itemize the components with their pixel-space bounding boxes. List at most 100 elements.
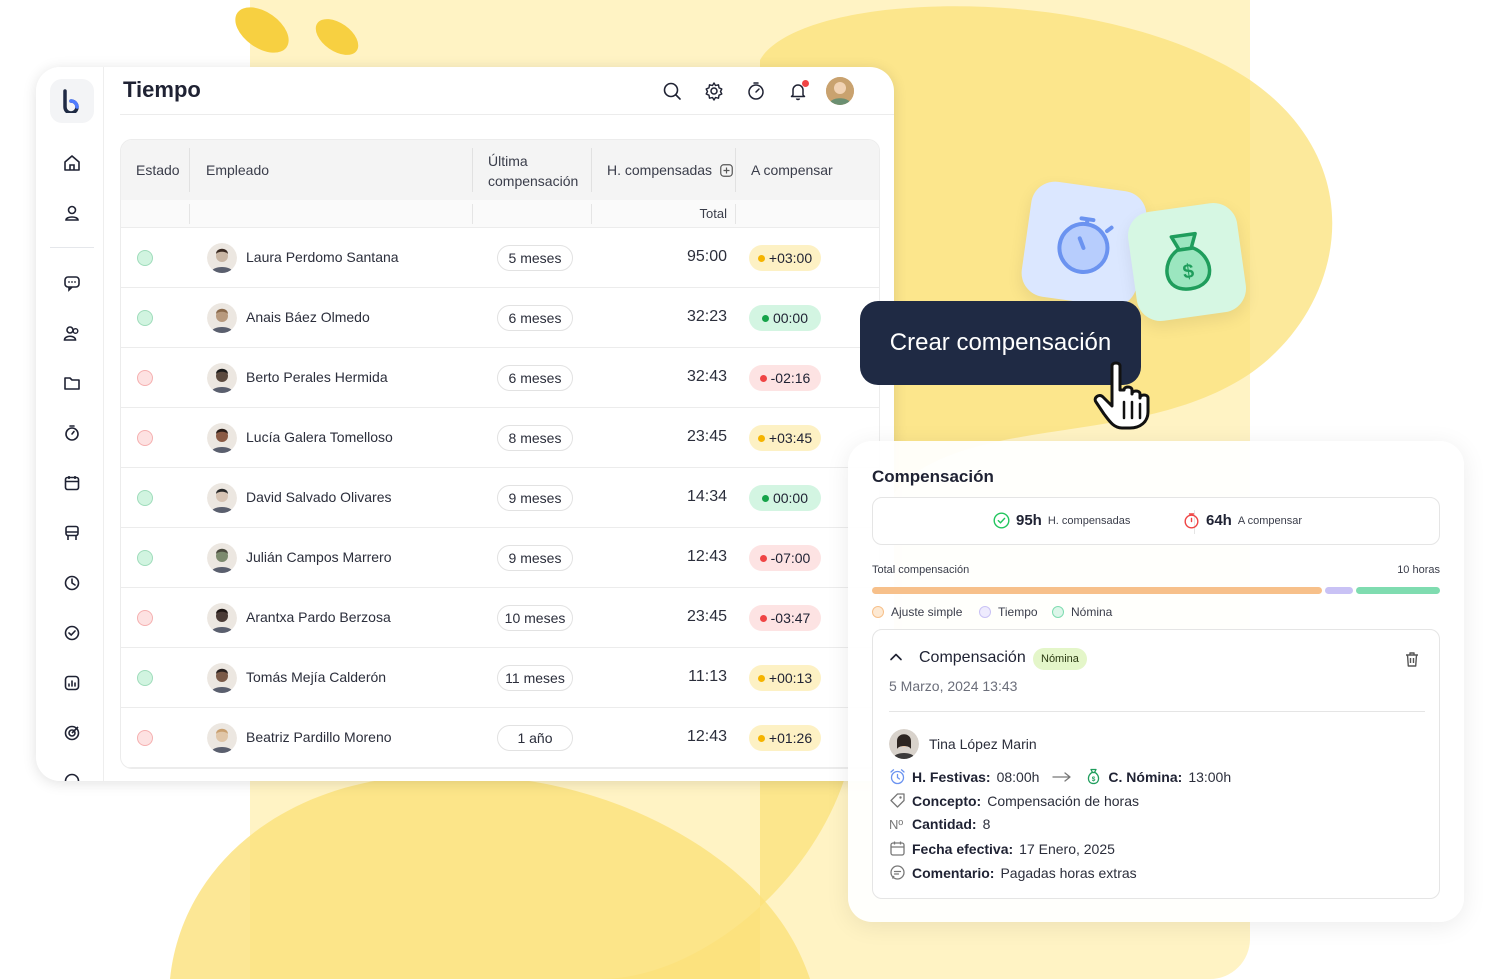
detail-hours-row: H. Festivas: 08:00h $ C. Nómina: 13:00h: [889, 768, 1231, 785]
balance-dot: [757, 734, 765, 742]
avatar: [207, 663, 237, 693]
total-hours: 10 horas: [1397, 564, 1440, 576]
gear-icon[interactable]: [703, 80, 725, 102]
column-empleado[interactable]: Empleado: [206, 162, 269, 178]
employee-name[interactable]: Anais Báez Olmedo: [246, 309, 370, 325]
folder-icon[interactable]: [60, 371, 84, 395]
avatar: [207, 483, 237, 513]
table-row[interactable]: Anais Báez Olmedo 6 meses 32:23 00:00: [121, 288, 879, 348]
money-bag-icon: $: [1088, 768, 1100, 785]
employee-name[interactable]: David Salvado Olivares: [246, 489, 392, 505]
status-indicator: [137, 670, 153, 686]
trash-icon[interactable]: [1403, 650, 1421, 668]
table-row[interactable]: Laura Perdomo Santana 5 meses 95:00 +03:00: [121, 228, 879, 288]
stopwatch-icon[interactable]: [60, 421, 84, 445]
topbar-divider: [120, 114, 894, 115]
balance-value: 00:00: [772, 490, 809, 506]
target-icon[interactable]: [60, 721, 84, 745]
employee-name[interactable]: Laura Perdomo Santana: [246, 249, 399, 265]
check-circle-icon[interactable]: [60, 621, 84, 645]
app-window: Tiempo Estado Empleado Última compensaci…: [36, 67, 894, 781]
employee-name[interactable]: Lucía Galera Tomelloso: [246, 429, 393, 445]
last-compensation-pill: 10 meses: [497, 605, 573, 631]
detail-divider: [889, 711, 1425, 712]
employee-name[interactable]: Arantxa Pardo Berzosa: [246, 609, 391, 625]
legend-ajuste-label: Ajuste simple: [891, 605, 963, 619]
detail-fecha-row: Fecha efectiva: 17 Enero, 2025: [889, 840, 1115, 857]
timer-icon: [1184, 513, 1199, 529]
h-festivas-value: 08:00h: [996, 768, 1040, 785]
user-icon[interactable]: [60, 201, 84, 225]
home-icon[interactable]: [60, 151, 84, 175]
concepto-label: Concepto:: [912, 792, 982, 809]
table-row[interactable]: Beatriz Pardillo Moreno 1 año 12:43 +01:26: [121, 708, 879, 768]
status-indicator: [137, 310, 153, 326]
employee-name[interactable]: Julián Campos Marrero: [246, 549, 392, 565]
table-row[interactable]: Berto Perales Hermida 6 meses 32:43 -02:16: [121, 348, 879, 408]
balance-value: -03:47: [770, 610, 811, 626]
calendar-icon: [890, 841, 905, 856]
compensated-label: H. compensadas: [1047, 514, 1131, 527]
analytics-icon[interactable]: [60, 671, 84, 695]
column-estado[interactable]: Estado: [136, 162, 180, 178]
calendar-icon[interactable]: [60, 471, 84, 495]
table-row[interactable]: Julián Campos Marrero 9 meses 12:43 -07:00: [121, 528, 879, 588]
avatar: [207, 603, 237, 633]
column-divider: [735, 148, 736, 192]
total-hours: 32:43: [686, 368, 727, 385]
employee-name[interactable]: Berto Perales Hermida: [246, 369, 388, 385]
avatar[interactable]: [826, 77, 854, 105]
search-icon[interactable]: [661, 80, 683, 102]
last-compensation-pill: 5 meses: [497, 245, 573, 271]
employee-name[interactable]: Tomás Mejía Calderón: [246, 669, 386, 685]
comentario-value: Pagadas horas extras: [1000, 864, 1137, 881]
table-row[interactable]: David Salvado Olivares 9 meses 14:34 00:00: [121, 468, 879, 528]
column-h-compensadas[interactable]: H. compensadas: [607, 162, 733, 178]
column-ultima[interactable]: Última compensación: [488, 151, 578, 191]
expand-column-icon[interactable]: [720, 163, 733, 177]
comment-icon: [890, 865, 905, 880]
employee-name[interactable]: Beatriz Pardillo Moreno: [246, 729, 392, 745]
table-row[interactable]: Tomás Mejía Calderón 11 meses 11:13 +00:13: [121, 648, 879, 708]
h-festivas-label: H. Festivas:: [912, 768, 991, 785]
desk-icon[interactable]: [60, 521, 84, 545]
last-compensation-pill: 6 meses: [497, 305, 573, 331]
c-nomina-value: 13:00h: [1188, 768, 1232, 785]
legend-nomina-label: Nómina: [1071, 605, 1113, 619]
detail-date: 5 Marzo, 2024 13:43: [889, 678, 1018, 694]
chevron-up-icon[interactable]: [889, 650, 903, 664]
column-a-compensar[interactable]: A compensar: [751, 162, 833, 178]
table-row[interactable]: Arantxa Pardo Berzosa 10 meses 23:45 -03:47: [121, 588, 879, 648]
timer-icon[interactable]: [745, 80, 767, 102]
alarm-clock-icon: [890, 769, 905, 785]
bar-ajuste: [872, 587, 1322, 594]
subheader-total: Total: [699, 206, 727, 221]
legend-nomina-marker: [1052, 606, 1064, 618]
legend-nomina: Nómina: [1052, 605, 1112, 619]
comentario-label: Comentario:: [912, 864, 995, 881]
total-hours: 23:45: [686, 608, 727, 625]
last-compensation-pill: 9 meses: [497, 485, 573, 511]
table-header: Estado Empleado Última compensación H. c…: [121, 140, 879, 200]
column-divider: [189, 204, 190, 224]
summary-box: 95h H. compensadas 64h A compensar: [872, 497, 1440, 545]
chat-icon[interactable]: [60, 271, 84, 295]
balance-badge: -02:16: [749, 365, 821, 391]
total-label: Total compensación: [872, 564, 970, 576]
c-nomina-label: C. Nómina:: [1108, 768, 1183, 785]
app-logo[interactable]: [50, 79, 94, 123]
team-icon[interactable]: [60, 321, 84, 345]
column-divider: [591, 148, 592, 192]
balance-value: +00:13: [768, 670, 813, 686]
last-compensation-pill: 8 meses: [497, 425, 573, 451]
legend-tiempo-label: Tiempo: [998, 605, 1038, 619]
compensated-value: 95h: [1016, 512, 1042, 529]
more-icon[interactable]: [60, 769, 84, 781]
bell-icon[interactable]: [787, 80, 809, 102]
table-row[interactable]: Lucía Galera Tomelloso 8 meses 23:45 +03:45: [121, 408, 879, 468]
bar-nomina: [1356, 587, 1440, 594]
avatar: [207, 303, 237, 333]
total-hours: 32:23: [686, 308, 727, 325]
status-indicator: [137, 430, 153, 446]
clock-icon[interactable]: [60, 571, 84, 595]
